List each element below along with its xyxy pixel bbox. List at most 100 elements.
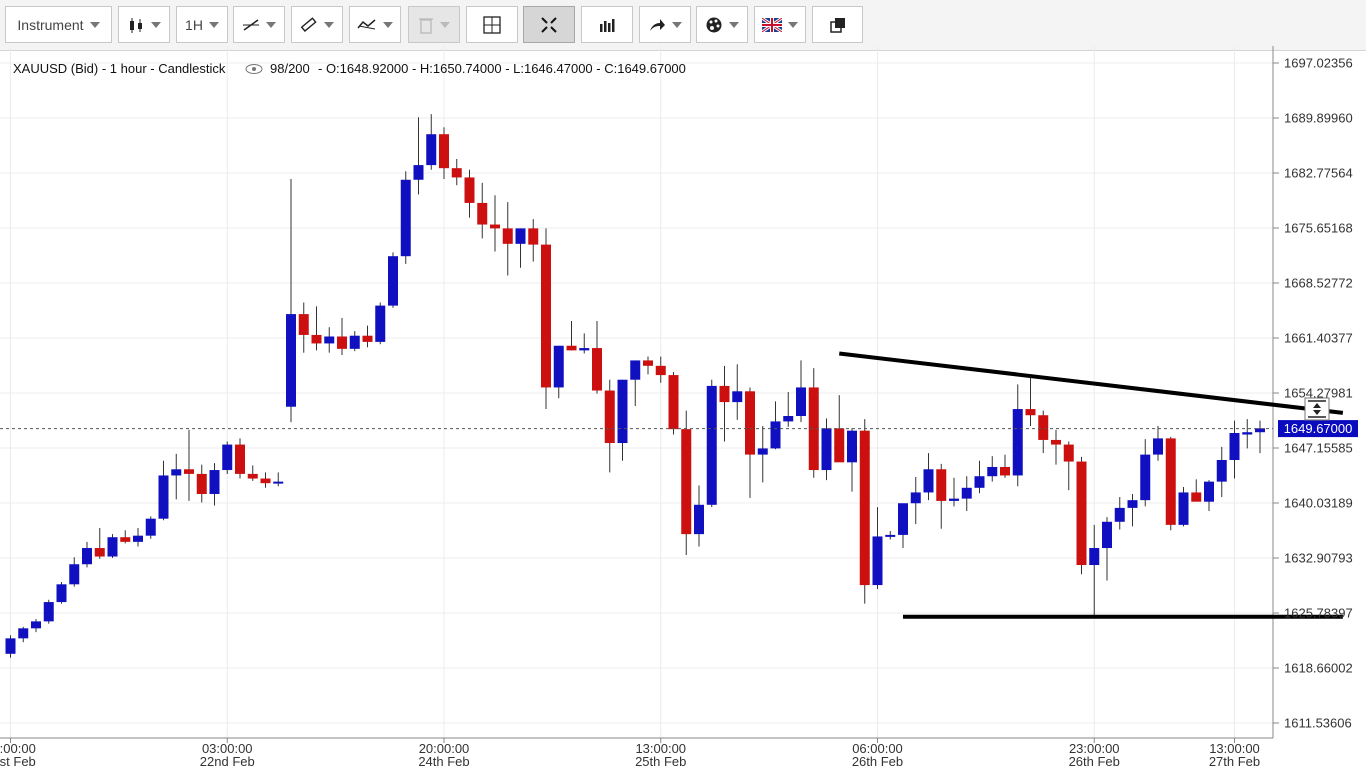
candle-body bbox=[349, 335, 360, 349]
candle-body bbox=[630, 360, 641, 380]
candle-body bbox=[604, 390, 615, 444]
candle bbox=[821, 418, 832, 481]
candle-body bbox=[579, 348, 590, 351]
candle-body bbox=[120, 537, 131, 542]
candle bbox=[553, 345, 564, 399]
x-tick-date: 27th Feb bbox=[1209, 754, 1260, 768]
candle-body bbox=[490, 224, 500, 229]
price-drag-handle[interactable] bbox=[1304, 397, 1330, 421]
candle-body bbox=[655, 365, 666, 376]
candle bbox=[43, 599, 54, 624]
candle-body bbox=[974, 476, 985, 488]
candle bbox=[69, 557, 80, 587]
candle bbox=[1204, 480, 1214, 511]
candle-body bbox=[1191, 492, 1202, 502]
candle-body bbox=[528, 228, 539, 245]
candle-body bbox=[260, 478, 271, 484]
candle-body bbox=[1025, 409, 1036, 416]
candle-body bbox=[910, 492, 921, 504]
candle-body bbox=[56, 584, 67, 603]
candle bbox=[706, 379, 717, 508]
candle bbox=[56, 581, 67, 604]
candle-body bbox=[133, 535, 143, 542]
y-tick-label: 1611.53606 bbox=[1284, 716, 1352, 731]
candle bbox=[477, 182, 488, 239]
candle bbox=[18, 626, 29, 643]
candle bbox=[949, 477, 959, 507]
candle-body bbox=[1063, 444, 1074, 462]
candle-body bbox=[337, 336, 347, 349]
candle bbox=[541, 228, 551, 410]
candle bbox=[592, 321, 602, 394]
y-tick-label: 1632.90793 bbox=[1284, 551, 1353, 566]
candle-body bbox=[1165, 438, 1176, 525]
candle-body bbox=[885, 534, 896, 537]
candle bbox=[808, 368, 819, 478]
candle bbox=[5, 635, 16, 658]
candle-body bbox=[949, 498, 959, 501]
eye-icon[interactable] bbox=[245, 64, 263, 74]
candle-body bbox=[362, 335, 373, 342]
x-tick-date: 26th Feb bbox=[1069, 754, 1120, 768]
y-tick-label: 1640.03189 bbox=[1284, 496, 1353, 511]
current-price-marker: 1649.67000 bbox=[1278, 420, 1358, 438]
candle bbox=[604, 379, 615, 473]
y-tick-label: 1697.02356 bbox=[1284, 56, 1353, 71]
candle-body bbox=[987, 466, 998, 477]
candle-body bbox=[1038, 415, 1049, 440]
candle-body bbox=[1229, 432, 1240, 461]
y-tick-label: 1625.78397 bbox=[1284, 606, 1353, 621]
candle-body bbox=[464, 177, 475, 203]
candle-body bbox=[1051, 439, 1061, 445]
chart-info-bar: XAUUSD (Bid) - 1 hour - Candlestick 98/2… bbox=[13, 61, 686, 76]
chart-header-text: XAUUSD (Bid) - 1 hour - Candlestick bbox=[13, 61, 226, 76]
candle bbox=[82, 541, 92, 568]
candle-body bbox=[617, 379, 628, 444]
candle bbox=[910, 476, 921, 525]
candle-body bbox=[541, 244, 551, 388]
candle bbox=[987, 456, 998, 482]
candle-body bbox=[5, 638, 16, 654]
candle-body bbox=[324, 336, 335, 344]
candle bbox=[362, 325, 373, 348]
candle bbox=[796, 360, 806, 423]
candle-body bbox=[439, 134, 449, 169]
candle bbox=[783, 392, 794, 427]
candle bbox=[719, 365, 730, 442]
candle bbox=[898, 503, 908, 549]
candle bbox=[247, 465, 258, 481]
candle bbox=[311, 306, 322, 351]
candle-body bbox=[1204, 481, 1214, 502]
candle bbox=[923, 453, 934, 501]
candle-body bbox=[834, 428, 845, 463]
candle bbox=[375, 302, 386, 345]
candle-body bbox=[1076, 461, 1087, 566]
candle bbox=[515, 228, 526, 268]
price-chart[interactable]: 1697.02356 1689.89960 1682.77564 1675.65168… bbox=[0, 0, 1366, 768]
candle-body bbox=[643, 360, 653, 366]
candle-body bbox=[770, 421, 781, 449]
candle bbox=[1153, 426, 1163, 461]
trendline-resistance[interactable] bbox=[839, 351, 1344, 415]
candle-body bbox=[247, 473, 258, 479]
candle-body bbox=[757, 448, 768, 455]
candle-body bbox=[286, 314, 296, 407]
candle bbox=[757, 426, 768, 483]
candle bbox=[273, 472, 284, 487]
candle bbox=[579, 333, 590, 354]
candle bbox=[1140, 439, 1151, 507]
candle-body bbox=[196, 473, 207, 494]
candle bbox=[1076, 456, 1087, 575]
candle-body bbox=[222, 444, 233, 471]
candle-body bbox=[477, 202, 488, 225]
candle-body bbox=[451, 168, 462, 178]
candle bbox=[847, 428, 857, 492]
candle-body bbox=[413, 165, 424, 180]
candle-body bbox=[706, 385, 717, 505]
candle bbox=[617, 379, 628, 461]
candle bbox=[337, 317, 347, 356]
candle-body bbox=[796, 387, 806, 417]
y-tick-label: 1682.77564 bbox=[1284, 166, 1353, 181]
x-tick-date: 22nd Feb bbox=[200, 754, 255, 768]
candle bbox=[681, 410, 692, 555]
